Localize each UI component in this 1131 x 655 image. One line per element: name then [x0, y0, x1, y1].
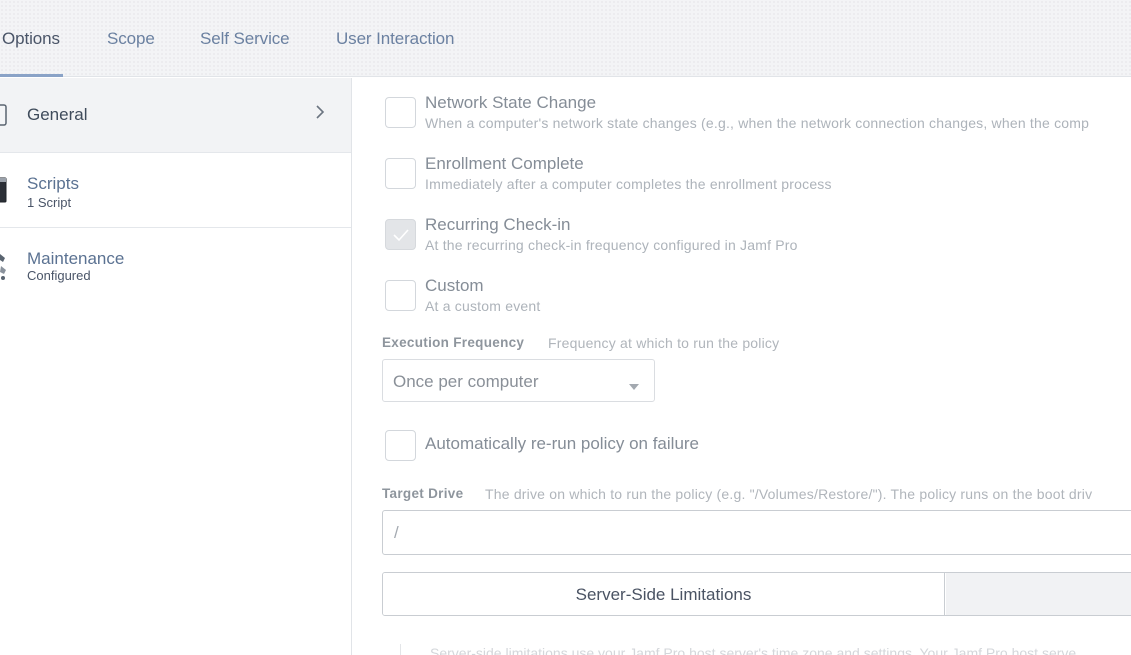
server-side-limitations-note: Server-side limitations use your Jamf Pr…: [430, 645, 1077, 655]
server-side-limitations-button[interactable]: Server-Side Limitations: [383, 573, 945, 615]
execution-frequency-select[interactable]: Once per computer: [382, 359, 655, 402]
server-side-limitations-label: Server-Side Limitations: [575, 585, 752, 604]
target-drive-input[interactable]: [383, 511, 1131, 554]
sidebar-item-maintenance[interactable]: Maintenance Configured: [0, 228, 351, 303]
rerun-on-failure-label: Automatically re-run policy on failure: [425, 434, 700, 453]
sidebar-item-label: Maintenance: [27, 249, 125, 268]
trigger-description: At a custom event: [425, 298, 541, 314]
sidebar-item-label: Scripts: [27, 174, 79, 193]
tab-scope[interactable]: Scope: [107, 29, 155, 49]
tab-bar: Options Scope Self Service User Interact…: [0, 0, 1131, 77]
execution-frequency-help: Frequency at which to run the policy: [548, 335, 780, 351]
script-icon: [0, 177, 8, 208]
execution-frequency-label: Execution Frequency: [382, 335, 525, 350]
execution-frequency-value: Once per computer: [393, 372, 539, 391]
trigger-title: Network State Change: [425, 93, 597, 112]
trigger-description: At the recurring check-in frequency conf…: [425, 237, 798, 253]
note-divider: [400, 644, 401, 655]
wrench-icon: [0, 250, 10, 287]
trigger-title: Custom: [425, 276, 484, 295]
active-tab-indicator: [0, 74, 63, 77]
target-drive-field[interactable]: [382, 510, 1131, 555]
custom-trigger-checkbox[interactable]: [385, 280, 416, 311]
rerun-on-failure-checkbox[interactable]: [385, 430, 416, 461]
sidebar: General Scripts 1 Script Maintenance Con…: [0, 78, 352, 655]
tab-self-service[interactable]: Self Service: [200, 29, 290, 49]
sidebar-item-subtitle: Configured: [27, 268, 91, 283]
target-drive-label: Target Drive: [382, 486, 464, 501]
sidebar-item-subtitle: 1 Script: [27, 195, 72, 210]
trigger-description: Immediately after a computer completes t…: [425, 176, 832, 192]
caret-down-icon: [628, 378, 640, 396]
sidebar-item-scripts[interactable]: Scripts 1 Script: [0, 153, 351, 228]
enrollment-complete-checkbox[interactable]: [385, 158, 416, 189]
tab-options[interactable]: Options: [2, 29, 60, 49]
trigger-description: When a computer's network state changes …: [425, 115, 1090, 131]
recurring-check-in-checkbox[interactable]: [385, 219, 416, 250]
policy-options-panel: Network State Change When a computer's n…: [352, 78, 1131, 655]
tab-user-interaction[interactable]: User Interaction: [336, 29, 455, 49]
chevron-right-icon: [315, 105, 325, 124]
trigger-title: Recurring Check-in: [425, 215, 571, 234]
limitations-segmented-control: Server-Side Limitations: [382, 572, 1131, 616]
sidebar-item-general[interactable]: General: [0, 78, 351, 153]
trigger-title: Enrollment Complete: [425, 154, 584, 173]
target-drive-help: The drive on which to run the policy (e.…: [485, 486, 1093, 502]
network-state-change-checkbox[interactable]: [385, 97, 416, 128]
client-side-limitations-button[interactable]: [946, 573, 1131, 615]
checkmark-icon: [393, 229, 409, 242]
sidebar-item-label: General: [27, 105, 88, 124]
device-icon: [0, 104, 8, 131]
